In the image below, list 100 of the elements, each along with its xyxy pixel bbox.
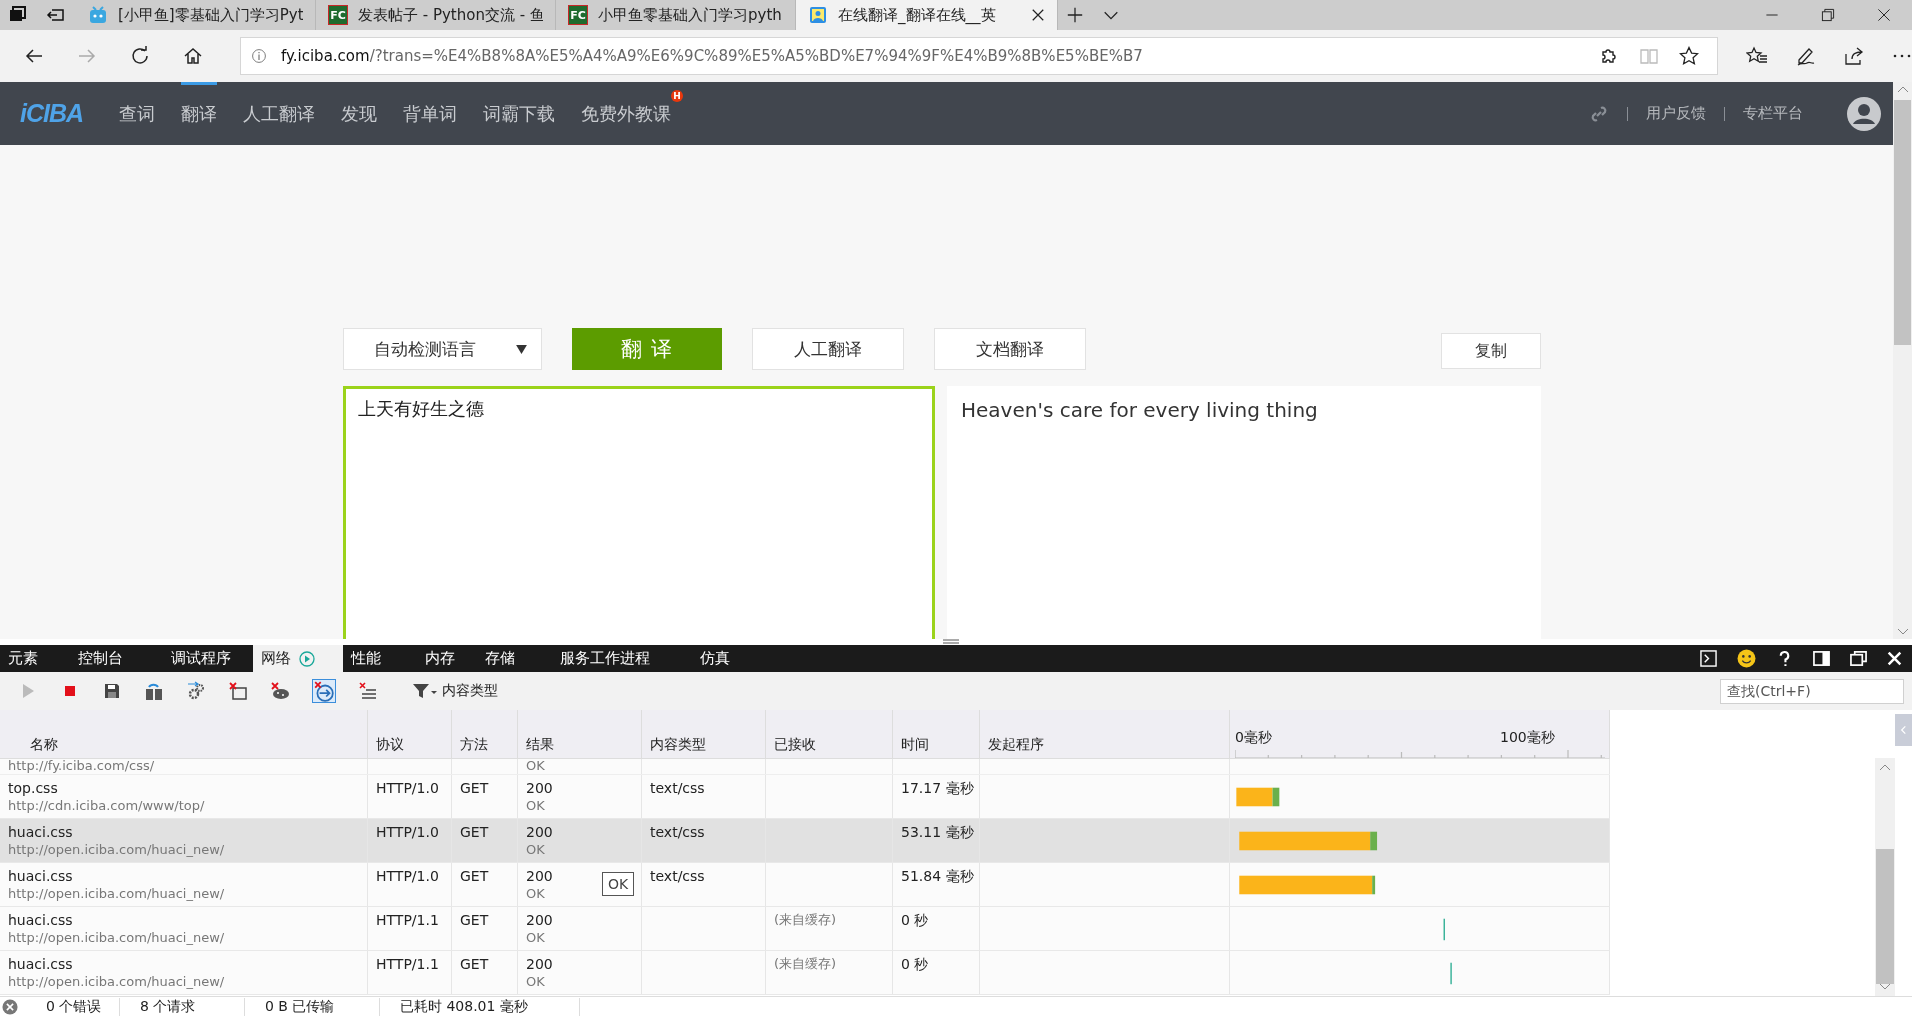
browser-tab[interactable]: 在线翻译_翻译在线__英 bbox=[796, 0, 1058, 30]
column-header[interactable]: 发起程序 bbox=[988, 736, 1044, 754]
devtools-tab[interactable]: 性能 bbox=[343, 645, 417, 672]
close-icon[interactable] bbox=[1876, 7, 1892, 23]
column-header[interactable]: 内容类型 bbox=[650, 736, 706, 754]
person-card-icon bbox=[808, 5, 828, 25]
header-link[interactable]: 专栏平台 bbox=[1743, 104, 1803, 123]
time-cell: 51.84 毫秒 bbox=[901, 867, 974, 885]
save-icon[interactable] bbox=[102, 681, 122, 701]
robot-icon bbox=[88, 5, 108, 25]
method-cell: GET bbox=[460, 823, 489, 841]
gear-icon[interactable] bbox=[186, 681, 206, 701]
content-type-cell: text/css bbox=[650, 823, 705, 841]
tooltip: OK bbox=[602, 872, 635, 896]
nav-link[interactable]: 免费外教课 bbox=[581, 82, 672, 145]
document-translation-button[interactable]: 文档翻译 bbox=[934, 328, 1086, 370]
smiley-icon[interactable] bbox=[1737, 649, 1756, 668]
devtools-tab[interactable]: 网络 bbox=[253, 645, 343, 672]
column-header[interactable]: 结果 bbox=[526, 736, 554, 754]
favorites-icon[interactable] bbox=[1746, 46, 1768, 66]
status-text: OK bbox=[526, 841, 545, 859]
clear-list-icon[interactable] bbox=[358, 681, 378, 701]
timeline-tick-label: 100毫秒 bbox=[1500, 729, 1555, 747]
puzzle-icon[interactable] bbox=[1599, 46, 1619, 66]
request-name: top.css bbox=[8, 779, 58, 797]
scroll-up-icon[interactable] bbox=[1880, 764, 1890, 770]
scroll-down-icon[interactable] bbox=[1880, 984, 1890, 990]
pen-icon[interactable] bbox=[1796, 46, 1816, 66]
content-type-cell: text/css bbox=[650, 779, 705, 797]
scroll-up-icon[interactable] bbox=[1897, 86, 1908, 92]
resize-handle[interactable] bbox=[943, 639, 959, 645]
request-url: http://open.iciba.com/huaci_new/ bbox=[8, 841, 225, 859]
content-type-filter[interactable]: 内容类型 bbox=[442, 682, 498, 700]
nav-link[interactable]: 查词 bbox=[119, 82, 156, 145]
devtools-tab[interactable]: 控制台 bbox=[70, 645, 163, 672]
nav-link[interactable]: 背单词 bbox=[403, 82, 458, 145]
header-link[interactable]: 用户反馈 bbox=[1646, 104, 1706, 123]
scroll-down-icon[interactable] bbox=[1897, 629, 1908, 635]
copy-button[interactable]: 复制 bbox=[1441, 333, 1541, 369]
status-code: 200 bbox=[526, 867, 553, 885]
request-row[interactable]: top.css http://cdn.iciba.com/www/top/ HTTP/1.0 GET 200 OK text/css 17.17 毫秒 bbox=[0, 775, 1610, 819]
column-header[interactable]: 方法 bbox=[460, 736, 488, 754]
devtools-tab[interactable]: 存储 bbox=[477, 645, 552, 672]
timeline-tick-label: 0毫秒 bbox=[1235, 729, 1272, 747]
column-header[interactable]: 已接收 bbox=[774, 736, 816, 754]
filter-icon[interactable] bbox=[412, 681, 438, 701]
request-row[interactable]: huaci.css http://open.iciba.com/huaci_new/ HTTP/1.1 GET 200 OK (来自缓存) 0 秒 bbox=[0, 907, 1610, 951]
devtools-tab[interactable]: 元素 bbox=[0, 645, 70, 672]
time-cell: 17.17 毫秒 bbox=[901, 779, 974, 797]
site-favicon: FC bbox=[328, 5, 348, 25]
protocol-cell: HTTP/1.0 bbox=[376, 823, 439, 841]
dock-icon[interactable] bbox=[1813, 650, 1830, 667]
devtools-tab[interactable]: 服务工作进程 bbox=[552, 645, 692, 672]
restore-icon[interactable] bbox=[1820, 7, 1836, 23]
close-icon[interactable] bbox=[1031, 8, 1045, 22]
devtools-tab[interactable]: 内存 bbox=[417, 645, 477, 672]
request-name: huaci.css bbox=[8, 955, 73, 973]
nav-link[interactable]: 发现 bbox=[341, 82, 378, 145]
devtools-tab[interactable]: 调试程序 bbox=[163, 645, 253, 672]
console-icon[interactable] bbox=[1700, 650, 1717, 667]
protocol-cell: HTTP/1.1 bbox=[376, 911, 439, 929]
method-cell: GET bbox=[460, 867, 489, 885]
caret-icon bbox=[516, 344, 527, 354]
request-row[interactable]: huaci.css http://open.iciba.com/huaci_new/ HTTP/1.1 GET 200 OK (来自缓存) 0 秒 bbox=[0, 951, 1610, 995]
scrollbar[interactable] bbox=[1893, 82, 1912, 639]
search-field[interactable]: 查找(Ctrl+F) bbox=[1720, 678, 1904, 704]
request-row[interactable]: huaci.css http://open.iciba.com/huaci_new/ HTTP/1.0 GET 200 OK OK text/css 51.84 毫秒 bbox=[0, 863, 1610, 907]
star-icon[interactable] bbox=[1679, 46, 1699, 66]
column-header[interactable]: 名称 bbox=[30, 736, 58, 754]
column-header[interactable]: 时间 bbox=[901, 736, 929, 754]
restore-icon[interactable] bbox=[1850, 650, 1867, 667]
request-row[interactable]: huaci.css http://open.iciba.com/huaci_new/ HTTP/1.0 GET 200 OK text/css 53.11 毫秒 bbox=[0, 819, 1610, 863]
time-cell: 0 秒 bbox=[901, 955, 929, 973]
info-icon[interactable] bbox=[251, 48, 267, 64]
site-favicon: FC bbox=[568, 5, 588, 25]
nav-link[interactable]: 词霸下载 bbox=[483, 82, 556, 145]
time-cell: 53.11 毫秒 bbox=[901, 823, 974, 841]
column-header[interactable]: 协议 bbox=[376, 736, 404, 754]
avatar-icon[interactable] bbox=[1847, 96, 1881, 131]
language-dropdown[interactable]: 自动检测语言 bbox=[343, 328, 542, 370]
time-cell: 0 秒 bbox=[901, 911, 929, 929]
status-code: 200 bbox=[526, 779, 553, 797]
server-sync-icon[interactable] bbox=[144, 681, 164, 701]
request-url: http://fy.iciba.com/css/ bbox=[8, 759, 155, 773]
address-field[interactable]: fy.iciba.com/?trans=%E4%B8%8A%E5%A4%A9%E6%9C%89%E5%A5%BD%E7%94%9F%E4%B9%8B%E5%BE%B7 bbox=[240, 37, 1718, 75]
share-icon[interactable] bbox=[1844, 46, 1864, 66]
nav-link[interactable]: 人工翻译 bbox=[243, 82, 316, 145]
status-item: 0 B 已传输 bbox=[265, 998, 335, 1014]
clear-cookies-icon[interactable] bbox=[270, 681, 290, 701]
clear-window-icon[interactable] bbox=[228, 681, 248, 701]
new-tab-icon[interactable] bbox=[1066, 6, 1084, 24]
source-text-field[interactable]: 上天有好生之德 bbox=[343, 386, 935, 639]
site-logo[interactable]: iCIBA bbox=[20, 99, 84, 128]
scrollbar[interactable] bbox=[1875, 758, 1895, 996]
play-icon[interactable] bbox=[299, 650, 315, 667]
devtools-tab[interactable]: 仿真 bbox=[692, 645, 752, 672]
protocol-cell: HTTP/1.1 bbox=[376, 955, 439, 973]
human-translation-button[interactable]: 人工翻译 bbox=[752, 328, 904, 370]
nav-link[interactable]: 翻译 bbox=[181, 82, 218, 145]
method-cell: GET bbox=[460, 779, 489, 797]
